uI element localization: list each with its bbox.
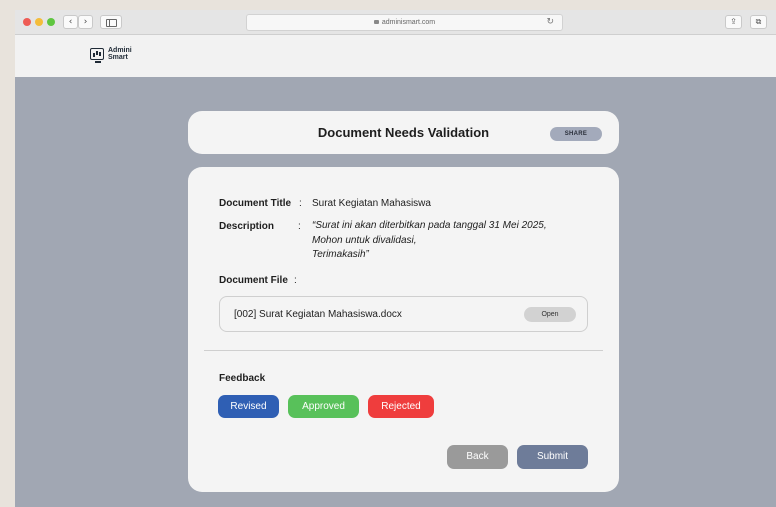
description-line: Mohon untuk divalidasi, — [312, 234, 417, 246]
document-file-label: Document File — [219, 275, 288, 286]
file-name: [002] Surat Kegiatan Mahasiswa.docx — [234, 309, 402, 320]
feedback-rejected-button[interactable]: Rejected — [368, 395, 434, 418]
description-label: Description — [219, 221, 275, 232]
feedback-revised-button[interactable]: Revised — [218, 395, 279, 418]
description-value: “Surat ini akan diterbitkan pada tanggal… — [312, 219, 547, 263]
feedback-approved-button[interactable]: Approved — [288, 395, 359, 418]
divider — [204, 350, 603, 351]
description-line: “Surat ini akan diterbitkan pada tanggal… — [312, 220, 547, 231]
brand-line-1: Admini — [108, 47, 132, 54]
sidebar-toggle-icon[interactable] — [100, 15, 122, 29]
description-line: Terimakasih” — [312, 249, 369, 260]
close-window-button[interactable] — [23, 18, 31, 26]
document-title-label: Document Title — [219, 198, 292, 209]
document-card: Document Title : Surat Kegiatan Mahasisw… — [188, 167, 619, 492]
colon: : — [298, 221, 301, 232]
feedback-label: Feedback — [219, 373, 266, 384]
colon: : — [299, 198, 302, 209]
brand-line-2: Smart — [108, 54, 128, 61]
address-url: adminismart.com — [381, 19, 436, 26]
forward-arrow-icon[interactable]: › — [78, 15, 93, 29]
browser-window: ‹ › adminismart.com ↻ ⇪ ⧉ Admini Smart D… — [15, 10, 776, 507]
share-icon[interactable]: ⇪ — [725, 15, 742, 29]
lock-icon — [373, 20, 379, 24]
reload-icon[interactable]: ↻ — [546, 15, 554, 30]
back-arrow-icon[interactable]: ‹ — [63, 15, 78, 29]
open-file-button[interactable]: Open — [524, 307, 576, 322]
title-card: Document Needs Validation SHARE — [188, 111, 619, 154]
document-file-box: [002] Surat Kegiatan Mahasiswa.docx Open — [219, 296, 588, 332]
brand-logo[interactable]: Admini Smart — [90, 47, 140, 65]
submit-button[interactable]: Submit — [517, 445, 588, 469]
minimize-window-button[interactable] — [35, 18, 43, 26]
monitor-chart-icon — [90, 48, 104, 60]
document-title-value: Surat Kegiatan Mahasiswa — [312, 198, 431, 209]
maximize-window-button[interactable] — [47, 18, 55, 26]
app-header: Admini Smart — [15, 35, 776, 77]
back-button[interactable]: Back — [447, 445, 508, 469]
brand-name: Admini Smart — [108, 47, 132, 61]
tabs-overview-icon[interactable]: ⧉ — [750, 15, 767, 29]
monitor-stand — [95, 61, 101, 63]
browser-toolbar: ‹ › adminismart.com ↻ ⇪ ⧉ — [15, 10, 776, 35]
colon: : — [294, 275, 297, 286]
share-button[interactable]: SHARE — [550, 127, 602, 141]
address-bar[interactable]: adminismart.com ↻ — [246, 14, 563, 31]
